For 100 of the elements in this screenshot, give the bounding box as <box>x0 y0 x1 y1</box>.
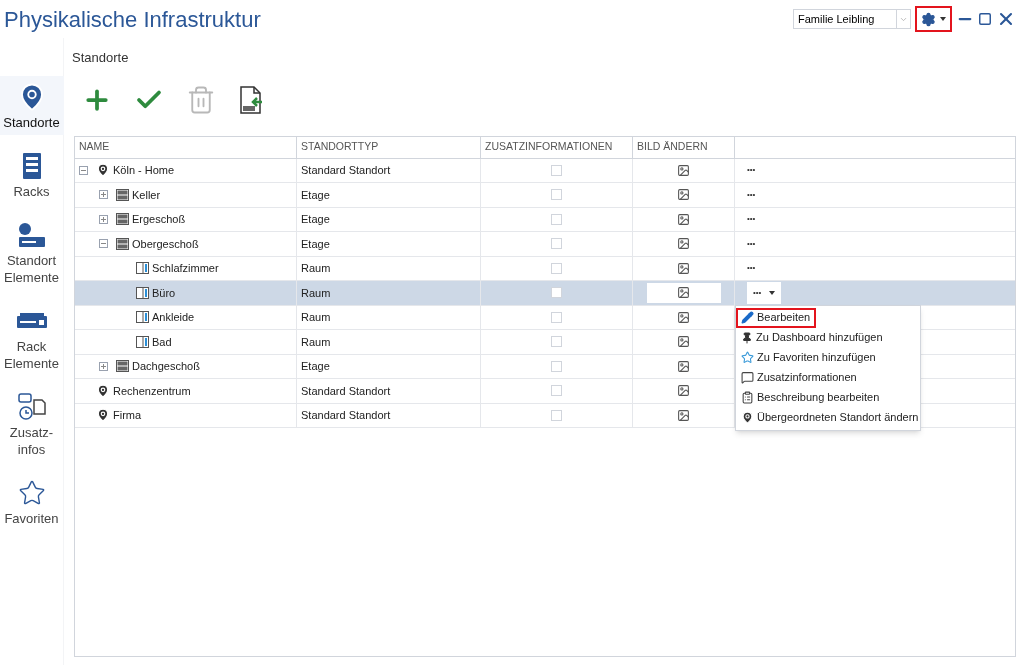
image-icon <box>677 237 690 251</box>
image-icon <box>677 163 690 177</box>
menu-item[interactable]: Bearbeiten <box>736 307 816 328</box>
table-row[interactable]: Büro Raum ••• <box>75 281 1015 306</box>
clipboard-icon <box>741 391 754 404</box>
image-icon <box>677 384 690 398</box>
collapse-icon[interactable] <box>99 239 108 249</box>
actions-menu-button[interactable]: ••• <box>747 281 782 304</box>
settings-icon <box>921 11 936 27</box>
node-name: Ankleide <box>152 310 195 325</box>
node-name: Obergeschoß <box>132 236 199 252</box>
image-icon <box>677 261 690 275</box>
checkbox[interactable] <box>551 336 562 348</box>
checkbox[interactable] <box>551 287 562 299</box>
checkbox[interactable] <box>551 164 562 176</box>
settings-button[interactable] <box>915 6 952 32</box>
change-image-button[interactable] <box>677 384 690 398</box>
table-row[interactable]: Ergeschoß Etage ••• <box>75 207 1015 232</box>
checkbox[interactable] <box>551 311 562 323</box>
actions-menu-button[interactable]: ••• <box>747 213 756 226</box>
image-icon <box>677 286 690 300</box>
sidebar-item[interactable]: Standort Elemente <box>0 214 64 290</box>
actions-menu-button[interactable]: ••• <box>747 188 756 201</box>
info-document-icon <box>16 392 47 422</box>
image-icon <box>677 408 690 422</box>
table-row[interactable]: Obergeschoß Etage ••• <box>75 232 1015 257</box>
checkbox[interactable] <box>551 238 562 250</box>
change-image-button[interactable] <box>677 335 690 349</box>
actions-menu-button[interactable]: ••• <box>747 262 756 275</box>
menu-item[interactable]: Zu Dashboard hinzufügen <box>736 327 920 348</box>
column-header[interactable]: BILD ÄNDERN <box>633 136 735 158</box>
table-cell: Raum <box>297 305 481 329</box>
network-device-icon <box>16 221 47 249</box>
maximize-icon[interactable] <box>978 12 992 26</box>
table-cell: Standard Standort <box>297 403 481 427</box>
room-icon <box>136 286 149 299</box>
checkbox[interactable] <box>551 360 562 372</box>
window-title: Physikalische Infrastruktur <box>3 5 262 34</box>
checkbox[interactable] <box>551 189 562 201</box>
map-pin-icon <box>96 383 110 398</box>
profile-dropdown[interactable]: Familie Leibling <box>793 9 911 29</box>
node-name: Büro <box>152 285 176 301</box>
change-image-button[interactable] <box>677 310 690 324</box>
change-image-button[interactable] <box>646 282 721 303</box>
checkbox[interactable] <box>551 213 562 225</box>
table-cell: Etage <box>297 207 481 231</box>
actions-menu-button[interactable]: ••• <box>747 164 756 177</box>
star-icon <box>741 351 754 364</box>
table-cell: Raum <box>297 281 481 305</box>
map-pin-icon <box>741 411 754 424</box>
pushpin-icon <box>741 331 753 344</box>
table-cell: Etage <box>297 354 481 378</box>
table-cell: Raum <box>297 256 481 280</box>
checkbox[interactable] <box>551 385 562 397</box>
collapse-icon[interactable] <box>79 165 88 175</box>
map-pin-icon <box>96 408 110 423</box>
caret-icon <box>940 17 946 21</box>
room-icon <box>136 335 149 348</box>
column-header[interactable]: ZUSATZINFORMATIONEN <box>481 136 633 158</box>
node-name: Firma <box>113 408 142 423</box>
change-image-button[interactable] <box>677 408 690 422</box>
sidebar-item[interactable]: Zusatz-infos <box>0 386 64 462</box>
expand-icon[interactable] <box>99 214 108 224</box>
menu-item[interactable]: Übergeordneten Standort ändern <box>736 407 920 428</box>
node-name: Schlafzimmer <box>152 261 219 276</box>
change-image-button[interactable] <box>677 212 690 226</box>
actions-menu-button[interactable]: ••• <box>747 237 756 250</box>
change-image-button[interactable] <box>677 359 690 373</box>
node-name: Keller <box>132 187 161 203</box>
floor-icon <box>116 188 129 201</box>
csv-file-icon <box>238 84 264 115</box>
node-name: Dachgeschoß <box>132 359 200 374</box>
sidebar-item[interactable]: Rack Elemente <box>0 300 64 376</box>
table-row[interactable]: Keller Etage ••• <box>75 183 1015 208</box>
caret-icon <box>769 290 776 295</box>
expand-icon[interactable] <box>99 361 108 371</box>
table-row[interactable]: Köln - Home Standard Standort ••• <box>75 158 1015 183</box>
change-image-button[interactable] <box>677 163 690 177</box>
star-icon <box>17 479 46 507</box>
sidebar-item[interactable]: Racks <box>0 145 64 204</box>
sidebar-item[interactable]: Favoriten <box>0 472 64 531</box>
table-cell: Etage <box>297 232 481 256</box>
speech-bubble-icon <box>741 371 754 384</box>
sidebar-item[interactable]: Standorte <box>0 76 64 135</box>
checkbox[interactable] <box>551 409 562 421</box>
expand-icon[interactable] <box>99 190 108 200</box>
change-image-button[interactable] <box>677 237 690 251</box>
node-name: Ergeschoß <box>132 212 186 227</box>
floor-icon <box>116 237 129 250</box>
checkbox[interactable] <box>551 262 562 274</box>
column-header[interactable]: STANDORTTYP <box>297 136 481 158</box>
image-icon <box>677 359 690 373</box>
image-icon <box>677 310 690 324</box>
image-icon <box>677 212 690 226</box>
rack-icon <box>21 152 42 180</box>
node-name: Rechenzentrum <box>113 383 191 399</box>
trash-icon <box>186 84 216 115</box>
change-image-button[interactable] <box>677 188 690 202</box>
change-image-button[interactable] <box>677 261 690 275</box>
column-header[interactable]: NAME <box>75 136 297 158</box>
